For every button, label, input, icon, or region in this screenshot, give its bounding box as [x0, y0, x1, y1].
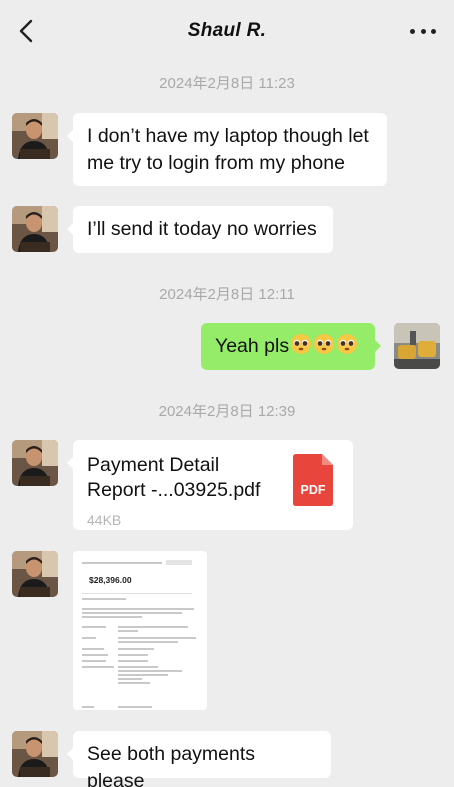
avatar-photo-icon	[394, 323, 440, 369]
message-text: I don’t have my laptop though let	[87, 125, 369, 147]
message-bubble-outgoing[interactable]: Yeah pls	[201, 323, 381, 370]
file-message-bubble[interactable]: Payment Detail Report -...03925.pdf 44KB…	[67, 440, 353, 530]
more-options-button[interactable]	[410, 22, 436, 40]
image-message[interactable]: $28,396.00	[73, 551, 207, 710]
avatar-photo-icon	[12, 731, 58, 777]
message-timestamp: 2024年2月8日 12:39	[158, 403, 296, 420]
message-text: See both payments please	[87, 743, 256, 787]
payment-document-thumbnail: $28,396.00	[80, 558, 200, 710]
message-text: Yeah pls	[215, 335, 290, 357]
back-button[interactable]	[12, 16, 40, 46]
contact-avatar[interactable]	[12, 731, 58, 777]
message-bubble[interactable]: See both payments please	[67, 731, 331, 787]
message-bubble[interactable]: I don’t have my laptop though let me try…	[67, 113, 387, 186]
pdf-badge: PDF	[300, 483, 326, 497]
chevron-left-icon	[19, 19, 33, 43]
contact-avatar[interactable]	[12, 206, 58, 252]
avatar-photo-icon	[12, 113, 58, 159]
message-text: I’ll send it today no worries	[87, 218, 317, 240]
pleading-face-emoji-icon	[337, 334, 358, 354]
pleading-face-emoji-icon	[314, 334, 335, 354]
message-timestamp: 2024年2月8日 11:23	[159, 75, 295, 92]
my-avatar[interactable]	[394, 323, 440, 369]
chat-title: Shaul R.	[187, 20, 267, 41]
contact-avatar[interactable]	[12, 551, 58, 597]
contact-avatar[interactable]	[12, 440, 58, 486]
more-dot-icon	[431, 28, 436, 34]
message-text: me try to login from my phone	[87, 152, 345, 174]
pleading-face-emoji-icon	[291, 334, 312, 354]
more-dot-icon	[410, 28, 415, 34]
message-bubble[interactable]: I’ll send it today no worries	[67, 206, 333, 253]
message-timestamp: 2024年2月8日 12:11	[159, 286, 295, 303]
chat-header: Shaul R.	[0, 0, 454, 62]
avatar-photo-icon	[12, 440, 58, 486]
file-size: 44KB	[87, 512, 122, 528]
payment-amount: $28,396.00	[89, 575, 132, 585]
more-dot-icon	[420, 28, 426, 34]
contact-avatar[interactable]	[12, 113, 58, 159]
avatar-photo-icon	[12, 206, 58, 252]
pdf-file-icon: PDF	[293, 454, 333, 506]
avatar-photo-icon	[12, 551, 58, 597]
